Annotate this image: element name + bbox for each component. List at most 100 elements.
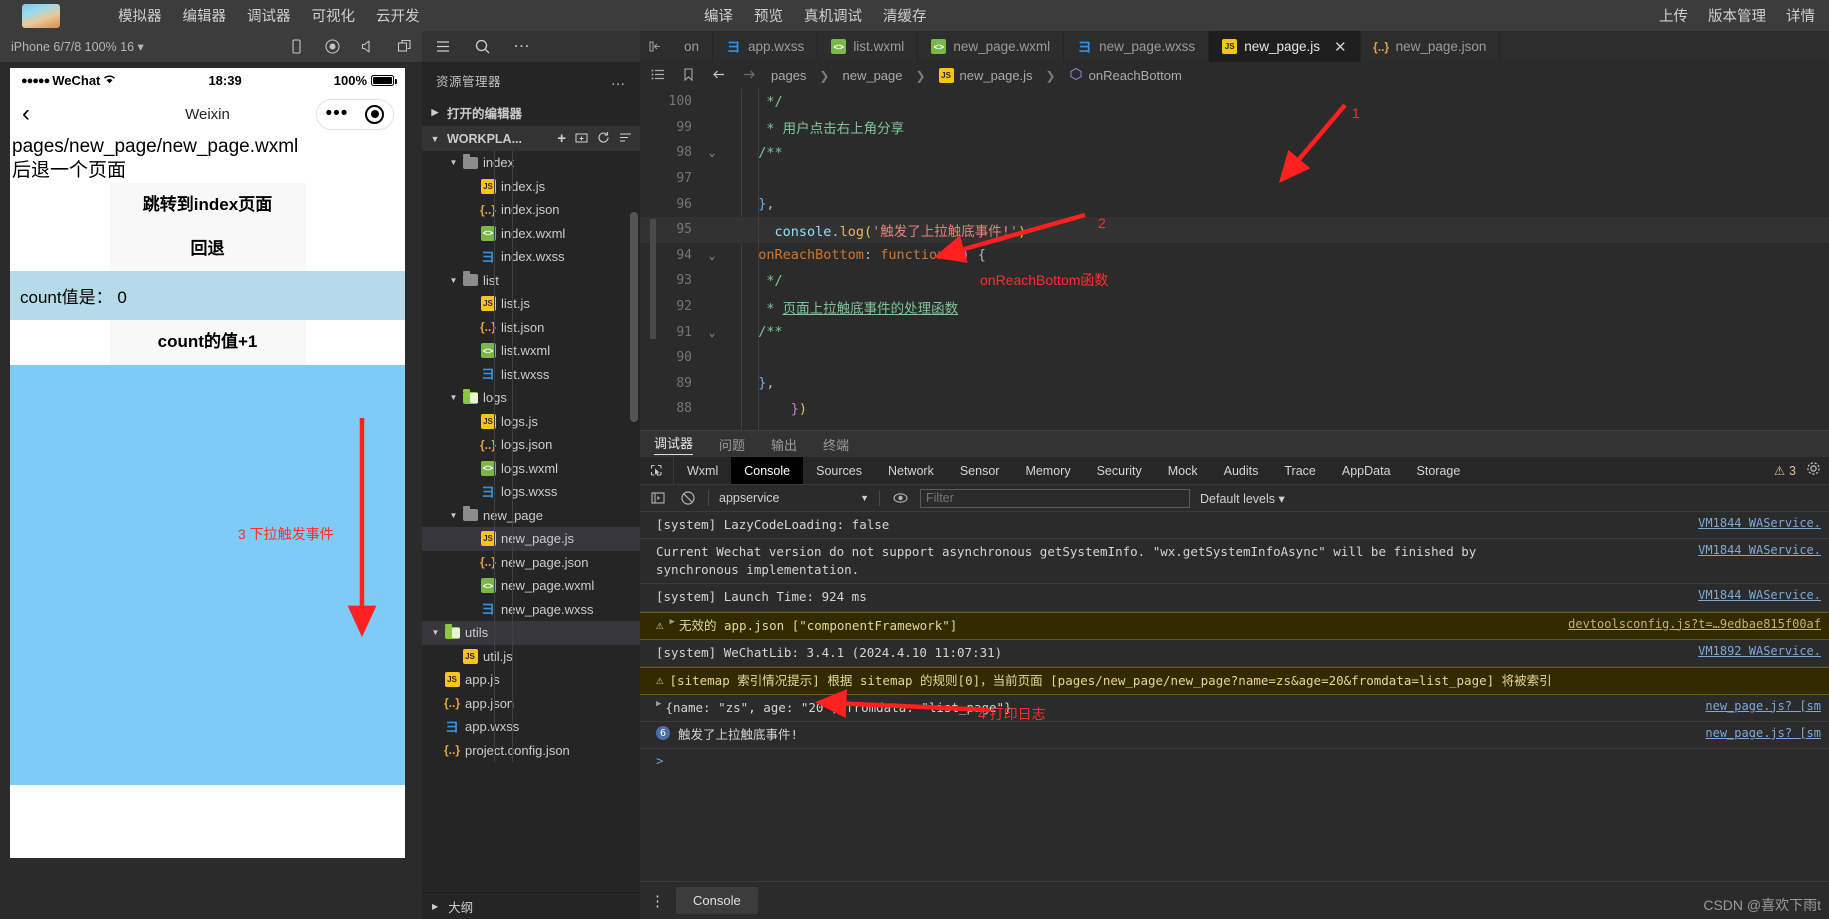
tree-item-index-json[interactable]: {..} index.json	[422, 198, 640, 222]
device-selector[interactable]: iPhone 6/7/8 100% 16 ▾	[11, 39, 144, 54]
console-source-link[interactable]: VM1844 WAService.	[1698, 516, 1821, 530]
increment-count-button[interactable]: count的值+1	[109, 320, 306, 365]
code-line-89[interactable]: 89 },	[640, 371, 1829, 397]
nav-forward-icon[interactable]	[741, 67, 758, 84]
console-source-link[interactable]: new_page.js? [sm	[1705, 699, 1821, 713]
editor-tab-newpage-js[interactable]: JS new_page.js ✕	[1209, 31, 1361, 62]
panel-tab-output[interactable]: 输出	[771, 435, 797, 454]
devtools-tab-appdata[interactable]: AppData	[1329, 457, 1404, 484]
code-line-96[interactable]: 96 },	[640, 191, 1829, 217]
editor-tab-partial[interactable]: on	[671, 31, 714, 62]
menu-item-preview[interactable]: 预览	[754, 5, 783, 26]
tree-item-list-json[interactable]: {..} list.json	[422, 316, 640, 340]
breadcrumb-pages[interactable]: pages	[771, 68, 806, 83]
execute-icon[interactable]	[648, 489, 668, 507]
console-source-link[interactable]: VM1844 WAService.	[1698, 588, 1821, 602]
tree-item-list-wxml[interactable]: <> list.wxml	[422, 339, 640, 363]
menu-item-real-device-debug[interactable]: 真机调试	[804, 5, 862, 26]
settings-gear-icon[interactable]	[1806, 461, 1821, 481]
close-target-icon[interactable]	[365, 104, 385, 124]
menu-item-simulator[interactable]: 模拟器	[118, 5, 162, 26]
console-filter-input[interactable]	[920, 488, 1190, 508]
devtools-tab-audits[interactable]: Audits	[1211, 457, 1272, 484]
footer-tab-console[interactable]: Console	[676, 887, 758, 914]
tree-item-index-wxml[interactable]: <> index.wxml	[422, 222, 640, 246]
panel-tab-problems[interactable]: 问题	[719, 435, 745, 454]
code-line-100[interactable]: 100 */	[640, 89, 1829, 115]
tree-item-util-js[interactable]: JS util.js	[422, 645, 640, 669]
fold-toggle-icon[interactable]: ⌄	[700, 326, 724, 339]
editor-tab-app-wxss[interactable]: ヨ app.wxss	[713, 31, 819, 62]
panel-tab-debugger[interactable]: 调试器	[654, 433, 694, 455]
code-line-93[interactable]: 93 */	[640, 268, 1829, 294]
devtools-tab-trace[interactable]: Trace	[1271, 457, 1329, 484]
devtools-tab-memory[interactable]: Memory	[1012, 457, 1083, 484]
code-line-92[interactable]: 92 * 页面上拉触底事件的处理函数	[640, 294, 1829, 320]
devtools-tab-storage[interactable]: Storage	[1404, 457, 1474, 484]
tree-item-list-js[interactable]: JS list.js	[422, 292, 640, 316]
devtools-tab-network[interactable]: Network	[875, 457, 947, 484]
eye-icon[interactable]	[890, 489, 910, 507]
chevron-down-icon[interactable]: ▼	[446, 393, 461, 402]
menu-item-compile[interactable]: 编译	[704, 5, 733, 26]
console-message[interactable]: [system] WeChatLib: 3.4.1 (2024.4.10 11:…	[640, 640, 1829, 667]
more-options-icon[interactable]: ⋮	[650, 892, 666, 910]
explorer-scrollbar[interactable]	[630, 212, 638, 422]
tree-item-project-config-json[interactable]: {..} project.config.json	[422, 739, 640, 763]
console-output[interactable]: [system] LazyCodeLoading: false VM1844 WA…	[640, 512, 1829, 881]
menu-item-details[interactable]: 详情	[1786, 5, 1815, 26]
fold-toggle-icon[interactable]: ⌄	[700, 249, 724, 262]
tree-item-app-js[interactable]: JS app.js	[422, 668, 640, 692]
code-line-88[interactable]: 88 })	[640, 396, 1829, 422]
new-folder-icon[interactable]	[575, 131, 588, 147]
code-line-98[interactable]: 98 ⌄ /**	[640, 140, 1829, 166]
tree-item-new_page-json[interactable]: {..} new_page.json	[422, 551, 640, 575]
code-line-97[interactable]: 97	[640, 166, 1829, 192]
open-editors-section[interactable]: ▶ 打开的编辑器	[422, 99, 640, 126]
tree-item-index-js[interactable]: JS index.js	[422, 175, 640, 199]
collapse-panel-icon[interactable]	[640, 31, 671, 62]
menu-item-editor[interactable]: 编辑器	[183, 5, 227, 26]
log-level-selector[interactable]: Default levels ▾	[1200, 491, 1285, 506]
fold-toggle-icon[interactable]: ⌄	[700, 146, 724, 159]
tree-item-utils[interactable]: ▼ utils	[422, 621, 640, 645]
console-message[interactable]: 6 触发了上拉触底事件! new_page.js? [sm	[640, 722, 1829, 750]
breadcrumb-file[interactable]: JS new_page.js	[938, 68, 1033, 83]
phone-icon[interactable]	[288, 38, 305, 55]
console-message[interactable]: ⚠ ▶ 无效的 app.json ["componentFramework"] dev…	[640, 611, 1829, 640]
close-icon[interactable]: ✕	[1334, 38, 1347, 56]
workspace-section[interactable]: ▼ WORKPLA... +	[422, 126, 640, 151]
devtools-tab-console[interactable]: Console	[731, 457, 804, 484]
expand-arrow-icon[interactable]: ▶	[656, 699, 661, 709]
menu-item-upload[interactable]: 上传	[1659, 5, 1688, 26]
editor-tab-newpage-wxss[interactable]: ヨ new_page.wxss	[1064, 31, 1210, 62]
devtools-tab-sources[interactable]: Sources	[803, 457, 875, 484]
jump-to-index-button[interactable]: 跳转到index页面	[109, 182, 306, 227]
tree-item-app-wxss[interactable]: ヨ app.wxss	[422, 715, 640, 739]
tree-item-logs[interactable]: ▼logs	[422, 386, 640, 410]
console-message[interactable]: [system] LazyCodeLoading: false VM1844 WA…	[640, 512, 1829, 540]
breadcrumb-newpage[interactable]: new_page	[842, 68, 902, 83]
tree-item-new_page[interactable]: ▼ new_page	[422, 504, 640, 528]
tree-item-logs-wxss[interactable]: ヨ logs.wxss	[422, 480, 640, 504]
console-source-link[interactable]: VM1844 WAService.	[1698, 543, 1821, 557]
sound-icon[interactable]	[360, 38, 377, 55]
chevron-down-icon[interactable]: ▼	[446, 158, 461, 167]
panel-tab-terminal[interactable]: 终端	[823, 435, 849, 454]
editor-scrollbar[interactable]	[650, 219, 656, 339]
console-source-link[interactable]: new_page.js? [sm	[1705, 726, 1821, 740]
search-icon[interactable]	[474, 38, 491, 55]
code-line-95[interactable]: 95 console.log('触发了上拉触底事件!')	[640, 216, 1829, 243]
menu-item-version-control[interactable]: 版本管理	[1708, 5, 1766, 26]
code-line-99[interactable]: 99 * 用户点击右上角分享	[640, 115, 1829, 141]
devtools-tab-mock[interactable]: Mock	[1155, 457, 1211, 484]
bookmark-icon[interactable]	[681, 67, 698, 84]
tree-item-list[interactable]: ▼ list	[422, 269, 640, 293]
record-icon[interactable]	[324, 38, 341, 55]
clear-console-icon[interactable]	[678, 489, 698, 507]
outline-list-icon[interactable]	[651, 67, 668, 84]
menu-item-cloud[interactable]: 云开发	[376, 5, 420, 26]
more-icon[interactable]: …	[513, 33, 530, 55]
tree-item-logs-js[interactable]: JS logs.js	[422, 410, 640, 434]
tree-item-logs-wxml[interactable]: <> logs.wxml	[422, 457, 640, 481]
